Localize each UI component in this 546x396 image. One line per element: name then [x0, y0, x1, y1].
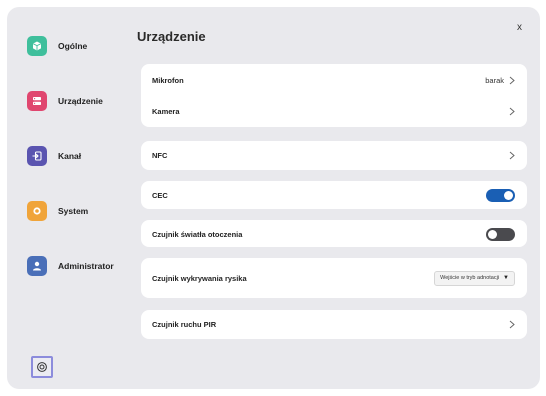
audio-video-card: Mikrofon barak Kamera [141, 64, 527, 127]
cec-card: CEC [141, 181, 527, 209]
microphone-row[interactable]: Mikrofon barak [141, 68, 527, 92]
light-sensor-card: Czujnik światła otoczenia [141, 220, 527, 247]
pen-sensor-card: Czujnik wykrywania rysika Wejście w tryb… [141, 258, 527, 298]
pir-sensor-row[interactable]: Czujnik ruchu PIR [141, 312, 527, 336]
system-icon [27, 201, 47, 221]
pen-sensor-label: Czujnik wykrywania rysika [152, 273, 247, 283]
cec-row: CEC [141, 183, 527, 207]
page-title: Urządzenie [137, 29, 206, 44]
cec-label: CEC [152, 190, 168, 200]
sidebar-item-label: Ogólne [58, 41, 88, 51]
toggle-knob [488, 229, 497, 239]
light-sensor-label: Czujnik światła otoczenia [152, 229, 243, 239]
microphone-value: barak [485, 75, 504, 85]
chevron-right-icon [509, 76, 515, 84]
sidebar-item-device[interactable]: Urządzenie [27, 88, 103, 114]
sidebar-item-general[interactable]: Ogólne [27, 33, 87, 59]
sidebar-item-system[interactable]: System [27, 198, 88, 224]
dropdown-arrow-icon: ▼ [503, 275, 509, 281]
camera-row[interactable]: Kamera [141, 99, 527, 123]
user-icon [27, 256, 47, 276]
nfc-row[interactable]: NFC [141, 143, 527, 167]
camera-label: Kamera [152, 106, 180, 116]
sidebar-item-label: Kanał [58, 151, 82, 161]
sidebar-item-label: System [58, 206, 89, 216]
chevron-right-icon [509, 320, 515, 328]
chevron-right-icon [509, 151, 515, 159]
chevron-right-icon [509, 107, 515, 115]
light-sensor-toggle[interactable] [486, 227, 515, 241]
close-button[interactable]: x [517, 22, 522, 33]
nfc-label: NFC [152, 150, 168, 160]
device-icon [27, 91, 47, 111]
pen-sensor-selected-value: Wejście w tryb adnotacji [440, 275, 500, 281]
pir-sensor-label: Czujnik ruchu PIR [152, 319, 217, 329]
pen-sensor-row: Czujnik wykrywania rysika Wejście w tryb… [141, 266, 527, 290]
sidebar-item-label: Administrator [58, 261, 114, 271]
sidebar-item-label: Urządzenie [58, 96, 103, 106]
pir-sensor-card: Czujnik ruchu PIR [141, 310, 527, 339]
light-sensor-row: Czujnik światła otoczenia [141, 222, 527, 246]
sidebar-item-administrator[interactable]: Administrator [27, 253, 114, 279]
toggle-knob [504, 190, 513, 200]
settings-button[interactable] [31, 356, 53, 378]
gear-icon [37, 362, 47, 372]
nfc-card: NFC [141, 141, 527, 170]
microphone-label: Mikrofon [152, 75, 184, 85]
cube-icon [27, 36, 47, 56]
sidebar-item-channel[interactable]: Kanał [27, 143, 81, 169]
input-icon [27, 146, 47, 166]
cec-toggle[interactable] [486, 188, 515, 202]
pen-sensor-select[interactable]: Wejście w tryb adnotacji ▼ [434, 270, 515, 286]
